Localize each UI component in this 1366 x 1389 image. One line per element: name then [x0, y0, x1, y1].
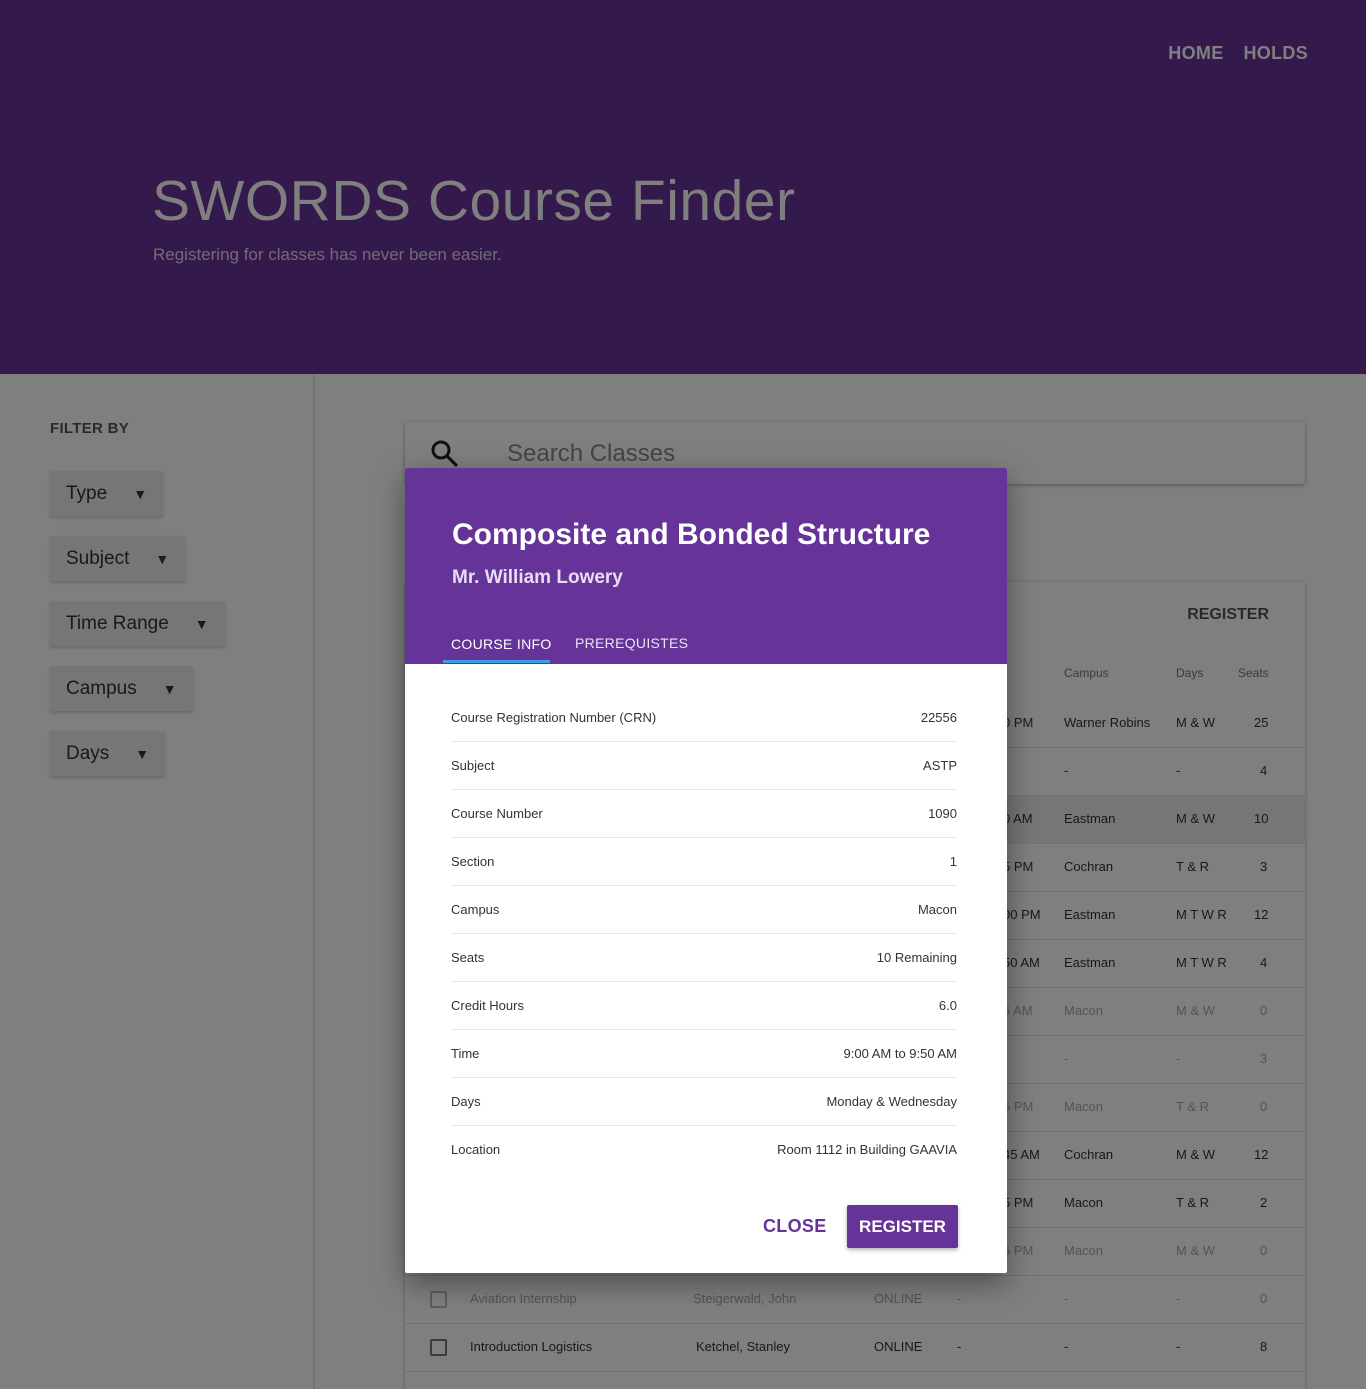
info-row-subject: Subject ASTP [451, 742, 957, 790]
close-button[interactable]: CLOSE [763, 1216, 827, 1237]
info-row-course-number: Course Number 1090 [451, 790, 957, 838]
tab-course-info[interactable]: COURSE INFO [451, 636, 552, 652]
course-title: Composite and Bonded Structure [452, 518, 931, 551]
info-row-crn: Course Registration Number (CRN) 22556 [451, 694, 957, 742]
tab-prerequisites[interactable]: PREREQUISTES [575, 635, 688, 651]
register-button[interactable]: REGISTER [847, 1205, 958, 1248]
course-details-dialog: Composite and Bonded Structure Mr. Willi… [405, 468, 1007, 1273]
info-value: 22556 [920, 710, 957, 725]
info-value: Monday & Wednesday [826, 1094, 957, 1109]
active-tab-indicator [443, 660, 550, 663]
info-label: Campus [451, 902, 500, 917]
info-label: Days [451, 1094, 481, 1109]
info-label: Location [451, 1142, 501, 1157]
course-instructor: Mr. William Lowery [452, 567, 623, 588]
info-label: Seats [451, 950, 485, 965]
info-label: Credit Hours [451, 998, 524, 1013]
info-row-seats: Seats 10 Remaining [451, 934, 957, 982]
info-value: 9:00 AM to 9:50 AM [843, 1046, 957, 1061]
info-value: 1 [949, 854, 957, 869]
info-value: 10 Remaining [876, 950, 957, 965]
info-value: Room 1112 in Building GAAVIA [777, 1142, 957, 1157]
info-label: Course Number [451, 806, 543, 821]
info-row-campus: Campus Macon [451, 886, 957, 934]
info-value: ASTP [923, 758, 957, 773]
info-row-days: Days Monday & Wednesday [451, 1078, 957, 1126]
info-label: Time [451, 1046, 480, 1061]
info-row-section: Section 1 [451, 838, 957, 886]
info-row-credit-hours: Credit Hours 6.0 [451, 982, 957, 1030]
info-label: Subject [451, 758, 495, 773]
info-value: Macon [917, 902, 957, 917]
info-row-time: Time 9:00 AM to 9:50 AM [451, 1030, 957, 1078]
info-label: Section [451, 854, 495, 869]
info-value: 6.0 [938, 998, 957, 1013]
dialog-header: Composite and Bonded Structure Mr. Willi… [405, 468, 1007, 664]
info-row-location: Location Room 1112 in Building GAAVIA [451, 1126, 957, 1174]
info-value: 1090 [928, 806, 957, 821]
info-label: Course Registration Number (CRN) [451, 710, 657, 725]
